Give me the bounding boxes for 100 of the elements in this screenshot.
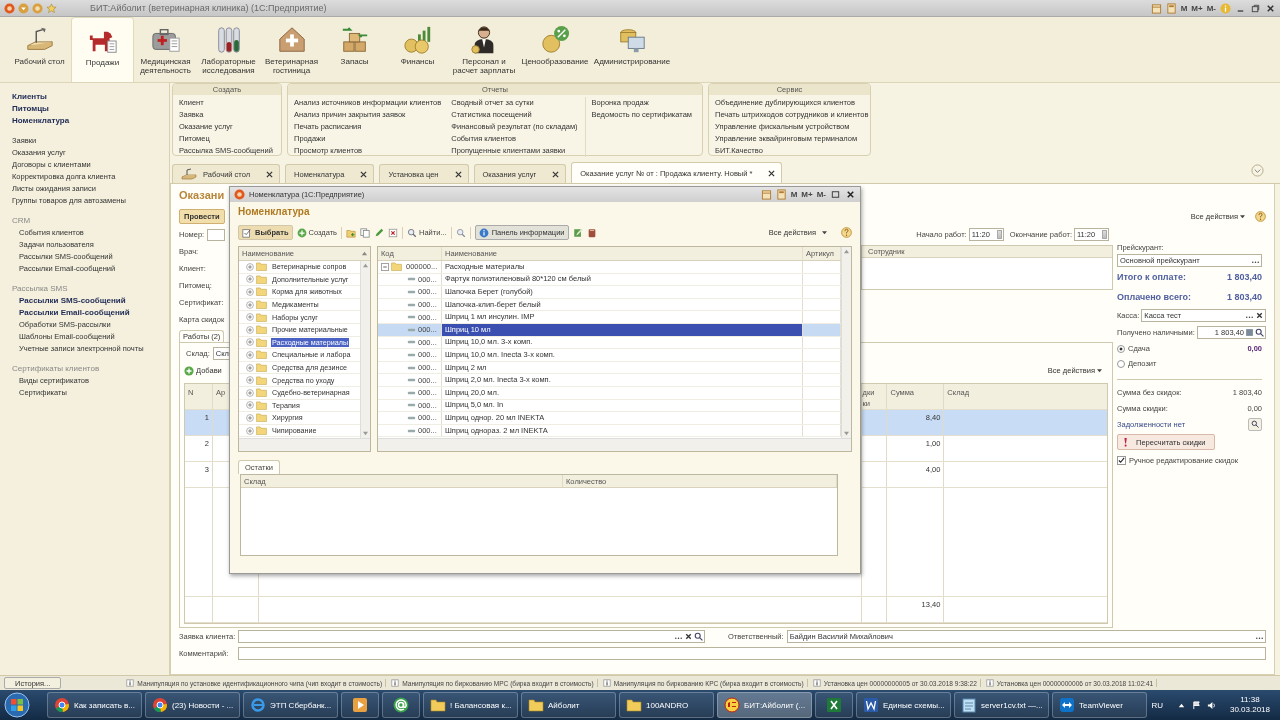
taskbar-button[interactable]: server1cv.txt —... bbox=[954, 692, 1049, 718]
taskbar-button[interactable]: (23) Новости - ... bbox=[145, 692, 240, 718]
expand-icon[interactable] bbox=[246, 388, 254, 397]
volume-icon[interactable] bbox=[1206, 700, 1216, 710]
close-icon[interactable] bbox=[552, 170, 560, 178]
clear-icon[interactable] bbox=[684, 632, 693, 641]
clear-icon[interactable] bbox=[1255, 311, 1264, 320]
search-cancel-icon[interactable] bbox=[455, 227, 466, 238]
help-icon[interactable] bbox=[1255, 210, 1266, 222]
memory-button[interactable]: M+ bbox=[801, 190, 813, 199]
copy-icon[interactable] bbox=[360, 227, 370, 238]
close-icon[interactable] bbox=[454, 170, 462, 178]
expand-icon[interactable] bbox=[246, 275, 254, 284]
flag-icon[interactable] bbox=[1191, 700, 1201, 710]
collapse-icon[interactable] bbox=[381, 262, 389, 271]
start-button[interactable] bbox=[4, 692, 30, 718]
new-folder-icon[interactable] bbox=[346, 227, 356, 238]
section-button[interactable]: Ветеринарная гостиница bbox=[260, 17, 323, 82]
scroll-down-icon[interactable] bbox=[844, 431, 849, 436]
scroll-down-icon[interactable] bbox=[363, 431, 368, 436]
request-field[interactable] bbox=[238, 630, 705, 643]
sidebar-item[interactable]: Рассылки SMS-сообщений bbox=[19, 295, 126, 307]
memory-button[interactable]: M- bbox=[1206, 3, 1216, 13]
expand-icon[interactable] bbox=[246, 376, 254, 385]
logo-icon[interactable] bbox=[4, 2, 15, 14]
caret-down-icon[interactable] bbox=[822, 230, 827, 235]
clock-date[interactable]: 30.03.2018 bbox=[1229, 705, 1270, 715]
star-icon[interactable] bbox=[46, 2, 57, 14]
memory-button[interactable]: M+ bbox=[1191, 3, 1203, 13]
taskbar-button[interactable] bbox=[815, 692, 853, 718]
search-icon[interactable] bbox=[1255, 328, 1264, 337]
expand-icon[interactable] bbox=[246, 325, 254, 334]
dropdown-icon[interactable] bbox=[18, 2, 29, 14]
taskbar-button[interactable]: ! Балансовая к... bbox=[423, 692, 518, 718]
taskbar-button[interactable]: Единые схемы... bbox=[856, 692, 951, 718]
calendar-icon[interactable] bbox=[1150, 2, 1162, 14]
expand-icon[interactable] bbox=[246, 313, 254, 322]
expand-icon[interactable] bbox=[246, 426, 254, 435]
calendar-icon[interactable] bbox=[760, 189, 772, 200]
taskbar-button[interactable]: БИТ:Айболит (... bbox=[717, 692, 812, 718]
checkbox[interactable] bbox=[1117, 456, 1126, 465]
book-icon[interactable] bbox=[586, 227, 597, 238]
section-button[interactable]: Запасы bbox=[323, 17, 386, 82]
sidebar-item[interactable]: Клиенты bbox=[12, 91, 47, 103]
section-button[interactable]: Рабочий стол bbox=[8, 17, 71, 82]
close-icon[interactable] bbox=[845, 189, 856, 200]
chevron-down-icon[interactable] bbox=[1251, 164, 1264, 177]
scrollbar[interactable] bbox=[239, 438, 370, 451]
expand-icon[interactable] bbox=[246, 350, 254, 359]
close-icon[interactable] bbox=[360, 170, 368, 178]
section-button[interactable]: Персонал и расчет зарплаты bbox=[449, 17, 519, 82]
scrollbar[interactable] bbox=[841, 247, 851, 438]
taskbar-button[interactable]: TeamViewer bbox=[1052, 692, 1147, 718]
scroll-up-icon[interactable] bbox=[363, 263, 368, 268]
document-edit-icon[interactable] bbox=[572, 227, 583, 238]
maximize-icon[interactable] bbox=[830, 189, 841, 200]
close-icon[interactable] bbox=[768, 169, 776, 177]
comment-field[interactable] bbox=[238, 647, 1266, 660]
scrollbar[interactable] bbox=[360, 261, 370, 438]
help-icon[interactable] bbox=[841, 227, 852, 238]
language-indicator[interactable]: RU bbox=[1151, 700, 1163, 710]
expand-icon[interactable] bbox=[246, 300, 254, 309]
expand-icon[interactable] bbox=[246, 288, 254, 296]
restore-icon[interactable] bbox=[1250, 2, 1261, 14]
memory-button[interactable]: M- bbox=[816, 190, 826, 199]
close-icon[interactable] bbox=[266, 170, 274, 178]
sidebar-item[interactable]: Рассылки Email-сообщений bbox=[19, 307, 130, 319]
search-button[interactable] bbox=[1248, 417, 1262, 431]
calculator-icon[interactable] bbox=[775, 189, 787, 200]
taskbar-button[interactable] bbox=[341, 692, 379, 718]
memory-button[interactable]: M bbox=[790, 190, 798, 199]
caret-down-icon[interactable] bbox=[1097, 368, 1102, 374]
sort-icon[interactable] bbox=[361, 250, 368, 257]
section-button[interactable]: Финансы bbox=[386, 17, 449, 82]
radio-button[interactable] bbox=[1117, 344, 1125, 353]
expand-icon[interactable] bbox=[246, 262, 254, 271]
radio-button[interactable] bbox=[1117, 359, 1125, 368]
home-icon[interactable] bbox=[32, 2, 43, 14]
caret-down-icon[interactable] bbox=[1240, 213, 1245, 219]
info-icon[interactable] bbox=[1220, 2, 1231, 14]
close-icon[interactable] bbox=[1265, 2, 1276, 14]
search-icon[interactable] bbox=[694, 632, 703, 641]
section-button[interactable]: Медицинская деятельность bbox=[134, 17, 197, 82]
section-button[interactable]: Продажи bbox=[71, 17, 134, 82]
input-field[interactable] bbox=[207, 228, 226, 241]
taskbar-button[interactable] bbox=[382, 692, 420, 718]
expand-icon[interactable] bbox=[246, 338, 254, 347]
section-button[interactable]: Администрирование bbox=[591, 17, 673, 82]
expand-icon[interactable] bbox=[246, 401, 254, 410]
scroll-up-icon[interactable] bbox=[844, 249, 849, 254]
pencil-icon[interactable] bbox=[374, 227, 384, 238]
clock-time[interactable]: 11:38 bbox=[1240, 695, 1260, 705]
taskbar-button[interactable]: Как записать в... bbox=[47, 692, 142, 718]
sidebar-item[interactable]: Номенклатура bbox=[12, 115, 70, 127]
section-button[interactable]: Ценообразование bbox=[519, 17, 591, 82]
memory-button[interactable]: M bbox=[1180, 3, 1188, 13]
taskbar-button[interactable]: 100ANDRO bbox=[619, 692, 714, 718]
expand-icon[interactable] bbox=[246, 413, 254, 422]
calculator-icon[interactable] bbox=[1165, 2, 1177, 14]
taskbar-button[interactable]: ЭТП Сбербанк... bbox=[243, 692, 338, 718]
